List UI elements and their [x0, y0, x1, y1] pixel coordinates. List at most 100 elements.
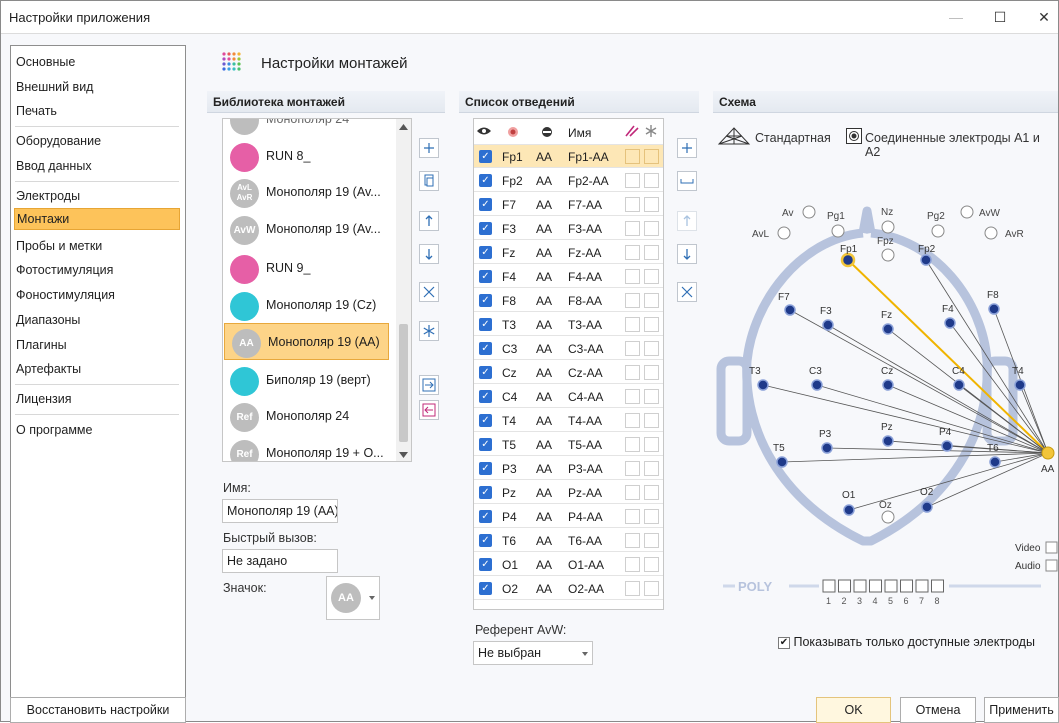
table-row[interactable]: ✓ Cz AA Cz-AA — [474, 361, 663, 384]
name-cell[interactable]: T3-AA — [568, 318, 602, 332]
electrode-node[interactable] — [920, 254, 932, 266]
checkbox-checked-icon[interactable]: ✓ — [479, 486, 492, 499]
table-row[interactable]: ✓ P3 AA P3-AA — [474, 457, 663, 480]
aux-electrode-node[interactable] — [931, 224, 945, 238]
name-cell[interactable]: F7-AA — [568, 198, 602, 212]
electrode-node[interactable] — [784, 304, 796, 316]
table-row[interactable]: ✓ T4 AA T4-AA — [474, 409, 663, 432]
poly-channel-box[interactable] — [838, 579, 851, 593]
electrode-node[interactable] — [882, 435, 894, 447]
flag-checkbox[interactable] — [644, 173, 659, 188]
reference-cell[interactable]: AA — [536, 390, 552, 404]
ok-button[interactable]: OK — [816, 697, 891, 723]
aux-electrode-node[interactable] — [881, 220, 895, 234]
electrode-cell[interactable]: C4 — [502, 390, 517, 404]
flag-checkbox[interactable] — [644, 149, 659, 164]
checkbox-checked-icon[interactable]: ✓ — [479, 294, 492, 307]
flag-checkbox[interactable] — [644, 509, 659, 524]
reference-cell[interactable]: AA — [536, 174, 552, 188]
flag-checkbox[interactable] — [644, 365, 659, 380]
delete-montage-button[interactable] — [419, 282, 439, 302]
electrode-node[interactable] — [776, 456, 788, 468]
poly-channel-box[interactable] — [853, 579, 867, 593]
name-cell[interactable]: F8-AA — [568, 294, 602, 308]
filter-checkbox[interactable] — [625, 365, 640, 380]
aux-electrode-node[interactable] — [881, 510, 895, 524]
checkbox-checked-icon[interactable]: ✓ — [479, 558, 492, 571]
electrode-cell[interactable]: Fp1 — [502, 150, 523, 164]
copy-montage-button[interactable] — [419, 171, 439, 191]
name-cell[interactable]: Pz-AA — [568, 486, 602, 500]
move-up-button[interactable] — [419, 211, 439, 231]
reference-cell[interactable]: AA — [536, 582, 552, 596]
flag-checkbox[interactable] — [644, 197, 659, 212]
table-row[interactable]: ✓ F7 AA F7-AA — [474, 193, 663, 216]
video-checkbox[interactable] — [1045, 541, 1058, 554]
sidebar-item-electrodes[interactable]: Электроды — [11, 185, 185, 207]
checkbox-checked-icon[interactable]: ✓ — [479, 510, 492, 523]
reference-cell[interactable]: AA — [536, 534, 552, 548]
add-lead-button[interactable] — [677, 138, 697, 158]
icon-picker[interactable]: AA — [326, 576, 380, 620]
import-montage-button[interactable] — [419, 375, 439, 395]
name-cell[interactable]: C4-AA — [568, 390, 603, 404]
checkbox-checked-icon[interactable]: ✓ — [479, 318, 492, 331]
electrode-cell[interactable]: P3 — [502, 462, 517, 476]
filter-checkbox[interactable] — [625, 173, 640, 188]
flag-checkbox[interactable] — [644, 293, 659, 308]
aux-electrode-node[interactable] — [831, 224, 845, 238]
move-down-button[interactable] — [419, 244, 439, 264]
filter-checkbox[interactable] — [625, 509, 640, 524]
electrode-cell[interactable]: T5 — [502, 438, 516, 452]
flag-checkbox[interactable] — [644, 269, 659, 284]
electrode-scheme[interactable]: Av Pg1 Nz Pg2 AvW AvL Fpz AvR Oz Fp1 Fp2 F7 F3 Fz F4 F… — [706, 191, 1059, 621]
list-item[interactable]: Монополяр 24 — [223, 119, 397, 138]
checkbox-checked-icon[interactable]: ✓ — [479, 342, 492, 355]
flag-checkbox[interactable] — [644, 341, 659, 356]
poly-channel-box[interactable] — [931, 579, 944, 593]
electrode-node[interactable] — [921, 501, 933, 513]
filter-checkbox[interactable] — [625, 557, 640, 572]
aux-electrode-node[interactable] — [777, 226, 791, 240]
electrode-node[interactable] — [840, 252, 856, 268]
flag-checkbox[interactable] — [644, 485, 659, 500]
flag-checkbox[interactable] — [644, 581, 659, 596]
list-item[interactable]: RUN 9_ — [223, 250, 397, 287]
restore-settings-button[interactable]: Восстановить настройки — [10, 697, 186, 723]
reference-cell[interactable]: AA — [536, 366, 552, 380]
filter-checkbox[interactable] — [625, 389, 640, 404]
close-button[interactable]: ✕ — [1027, 6, 1059, 28]
checkbox-checked-icon[interactable]: ✓ — [479, 150, 492, 163]
aux-electrode-node[interactable] — [881, 248, 895, 262]
reference-cell[interactable]: AA — [536, 414, 552, 428]
electrode-cell[interactable]: O1 — [502, 558, 518, 572]
checkbox-checked-icon[interactable]: ✓ — [479, 390, 492, 403]
checkbox-checked-icon[interactable]: ✓ — [479, 246, 492, 259]
flag-checkbox[interactable] — [644, 389, 659, 404]
list-item[interactable]: Монополяр 19 (Cz) — [223, 287, 397, 324]
export-montage-button[interactable] — [419, 400, 439, 420]
sidebar-item-appearance[interactable]: Внешний вид — [11, 76, 185, 98]
name-cell[interactable]: T4-AA — [568, 414, 602, 428]
list-item[interactable]: Биполяр 19 (верт) — [223, 362, 397, 399]
electrode-node[interactable] — [821, 442, 833, 454]
checkbox-checked-icon[interactable]: ✓ — [479, 414, 492, 427]
connected-electrodes-option[interactable]: Соединенные электроды А1 и А2 — [865, 131, 1058, 159]
filter-checkbox[interactable] — [625, 269, 640, 284]
sidebar-item-plugins[interactable]: Плагины — [11, 334, 185, 356]
sidebar-item-phonostim[interactable]: Фоностимуляция — [11, 284, 185, 306]
checkbox-checked-icon[interactable]: ✓ — [479, 174, 492, 187]
filter-checkbox[interactable] — [625, 413, 640, 428]
filter-checkbox[interactable] — [625, 293, 640, 308]
reference-cell[interactable]: AA — [536, 198, 552, 212]
radio-selected-icon[interactable] — [846, 128, 862, 144]
checkbox-checked-icon[interactable]: ✓ — [479, 438, 492, 451]
lead-up-button[interactable] — [677, 211, 697, 231]
poly-channel-box[interactable] — [869, 579, 882, 593]
sidebar-item-hardware[interactable]: Оборудование — [11, 130, 185, 152]
sidebar-item-general[interactable]: Основные — [11, 51, 185, 73]
reference-node[interactable] — [1041, 446, 1055, 460]
sidebar-item-trials-marks[interactable]: Пробы и метки — [11, 235, 185, 257]
electrode-node[interactable] — [988, 303, 1000, 315]
electrode-node[interactable] — [843, 504, 855, 516]
